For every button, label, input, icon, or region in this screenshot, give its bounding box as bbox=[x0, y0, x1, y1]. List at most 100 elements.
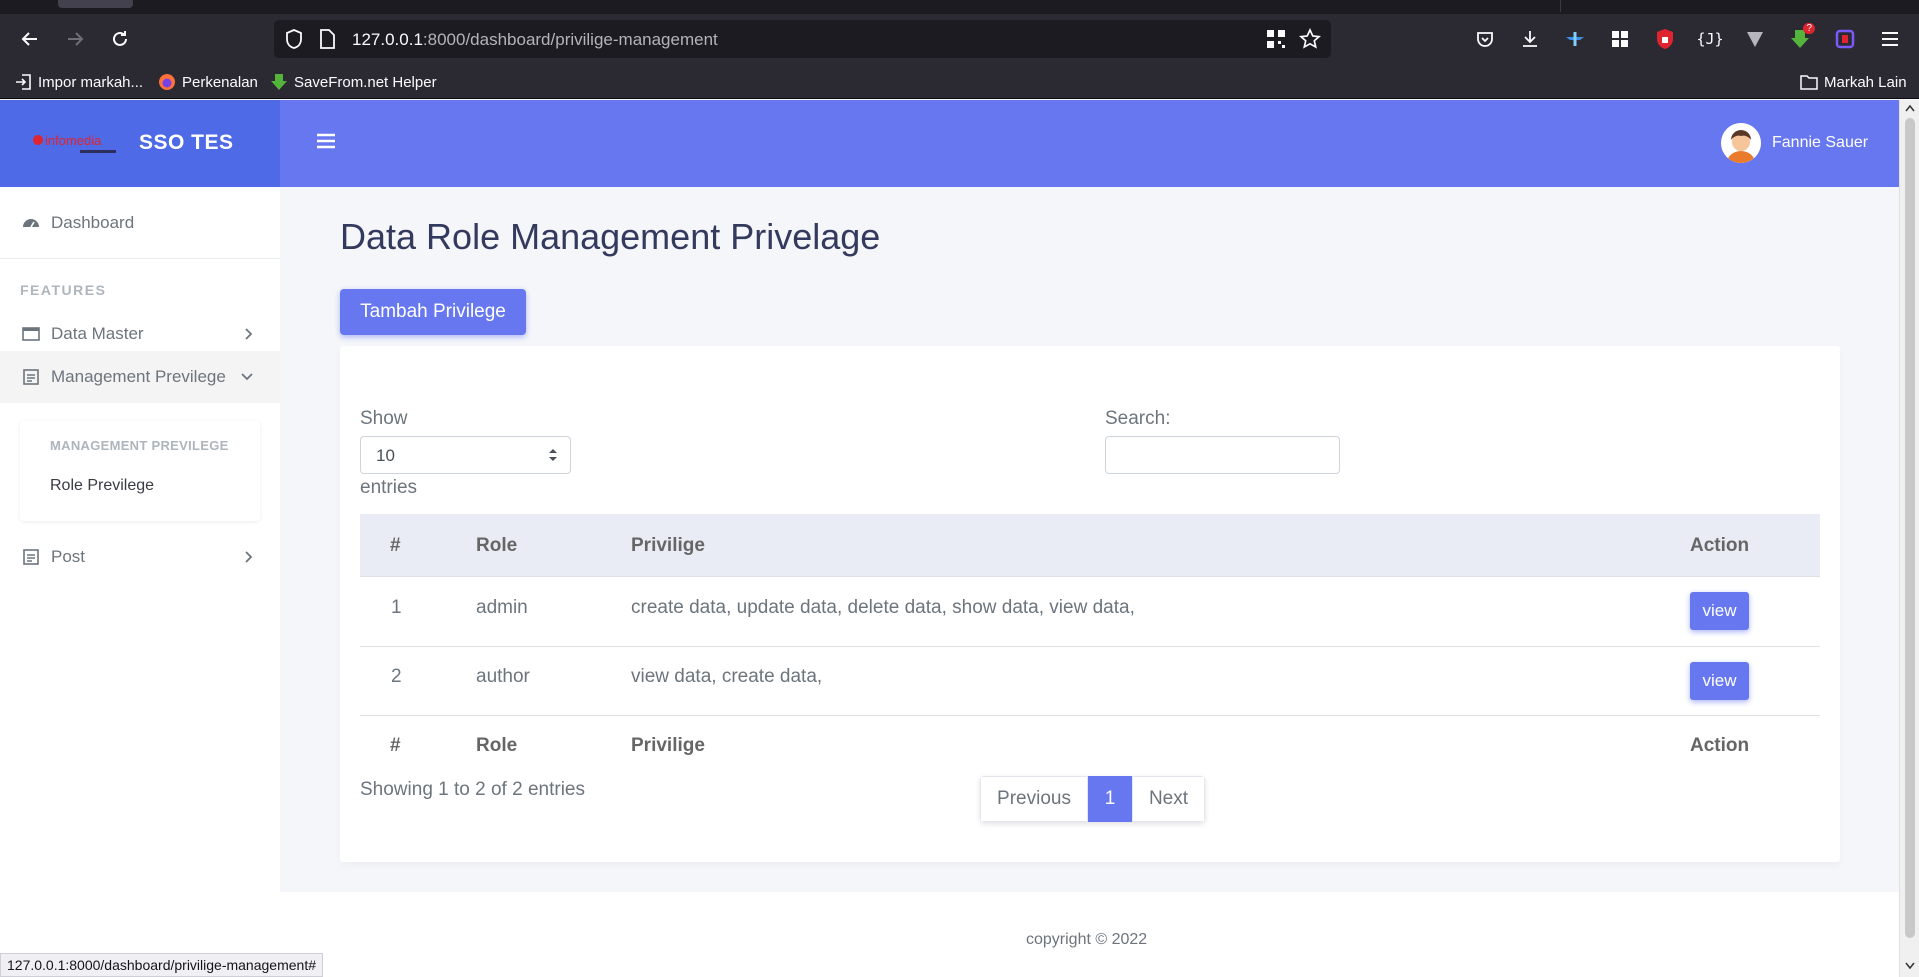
dashboard-gauge-icon bbox=[23, 219, 39, 228]
browser-tab[interactable] bbox=[58, 0, 133, 8]
apps-extension-icon[interactable] bbox=[1608, 27, 1632, 51]
vimium-extension-icon[interactable] bbox=[1743, 27, 1767, 51]
add-privilege-button[interactable]: Tambah Privilege bbox=[340, 289, 526, 335]
user-name[interactable]: Fannie Sauer bbox=[1772, 134, 1868, 152]
entries-label: entries bbox=[360, 477, 418, 498]
brand-logo: infomedia bbox=[30, 130, 120, 158]
bookmark-savefrom[interactable]: SaveFrom.net Helper bbox=[270, 71, 437, 93]
row-divider bbox=[360, 646, 1820, 647]
submenu-management-privilege: MANAGEMENT PREVILEGE Role Previlege bbox=[20, 421, 260, 521]
page-length-value: 10 bbox=[376, 446, 395, 465]
app-footer: copyright © 2022 bbox=[280, 892, 1899, 977]
sidebar-item-label: Management Previlege bbox=[51, 367, 226, 386]
sidebar-item-label: Data Master bbox=[51, 324, 144, 343]
calendar-list-icon bbox=[23, 549, 39, 565]
calendar-list-icon bbox=[23, 369, 39, 385]
chevron-right-icon bbox=[245, 551, 253, 563]
cell-role: admin bbox=[476, 597, 528, 618]
bookmarks-toolbar: Impor markah... Perkenalan SaveFrom.net … bbox=[0, 64, 1919, 99]
column-header-role[interactable]: Role bbox=[476, 535, 517, 557]
import-icon bbox=[16, 74, 31, 90]
search-label: Search: bbox=[1105, 408, 1171, 429]
logo-text: infomedia bbox=[45, 133, 102, 148]
bookmark-label: Perkenalan bbox=[182, 73, 258, 91]
bookmark-label: SaveFrom.net Helper bbox=[294, 73, 437, 91]
reload-icon[interactable] bbox=[108, 27, 132, 51]
sidebar-item-label: Post bbox=[51, 547, 86, 566]
avatar[interactable] bbox=[1721, 123, 1761, 163]
copyright-text: copyright © 2022 bbox=[1026, 931, 1148, 948]
row-divider bbox=[360, 576, 1820, 577]
sidebar-toggle-icon[interactable] bbox=[316, 132, 336, 155]
window-icon bbox=[22, 327, 40, 341]
color-extension-icon[interactable] bbox=[1833, 27, 1857, 51]
sidebar-item-management-privilege[interactable]: Management Previlege bbox=[0, 351, 280, 403]
scroll-up-icon[interactable] bbox=[1905, 104, 1915, 112]
submenu-header: MANAGEMENT PREVILEGE bbox=[50, 438, 229, 453]
page-info-icon[interactable] bbox=[318, 28, 336, 55]
sidebar-item-dashboard[interactable]: Dashboard bbox=[0, 198, 280, 248]
sidebar: infomedia SSO TES Dashboard FEATURES Dat… bbox=[0, 100, 280, 977]
downloads-icon[interactable] bbox=[1518, 27, 1542, 51]
link-status-bar: 127.0.0.1:8000/dashboard/privilige-manag… bbox=[0, 953, 323, 977]
sidebar-item-post[interactable]: Post bbox=[0, 532, 280, 582]
pagination: Previous 1 Next bbox=[980, 776, 1205, 822]
select-arrows-icon bbox=[549, 449, 557, 461]
column-footer-role: Role bbox=[476, 735, 518, 756]
savefrom-extension-icon[interactable]: ? bbox=[1788, 23, 1815, 51]
hamburger-menu-icon[interactable] bbox=[1878, 27, 1902, 51]
browser-toolbar: 127.0.0.1:8000/dashboard/privilige-manag… bbox=[0, 14, 1919, 64]
pocket-icon[interactable] bbox=[1473, 27, 1497, 51]
tracking-shield-icon[interactable] bbox=[284, 28, 304, 55]
chevron-right-icon bbox=[245, 328, 253, 340]
url-bar[interactable]: 127.0.0.1:8000/dashboard/privilige-manag… bbox=[274, 20, 1331, 58]
brand[interactable]: infomedia SSO TES bbox=[0, 100, 280, 187]
page-length-select[interactable]: 10 bbox=[360, 436, 571, 474]
back-icon[interactable] bbox=[18, 27, 42, 51]
column-header-privilege[interactable]: Privilige bbox=[631, 535, 705, 557]
view-button[interactable]: view bbox=[1690, 592, 1749, 630]
extension-badge: ? bbox=[1803, 23, 1815, 34]
bookmark-perkenalan[interactable]: Perkenalan bbox=[158, 71, 258, 93]
cell-privilege: create data, update data, delete data, s… bbox=[631, 597, 1135, 618]
page-scrollbar[interactable] bbox=[1899, 100, 1919, 977]
submenu-item-role-privilege[interactable]: Role Previlege bbox=[50, 477, 154, 495]
firefox-icon bbox=[159, 74, 175, 90]
view-button[interactable]: view bbox=[1690, 662, 1749, 700]
column-header-number[interactable]: # bbox=[390, 535, 401, 557]
column-footer-action: Action bbox=[1690, 735, 1750, 756]
table-info: Showing 1 to 2 of 2 entries bbox=[360, 779, 585, 800]
forward-icon[interactable] bbox=[63, 27, 87, 51]
scroll-thumb[interactable] bbox=[1905, 118, 1915, 938]
bookmark-star-icon[interactable] bbox=[1298, 27, 1322, 55]
brand-title: SSO TES bbox=[139, 131, 234, 154]
table-header bbox=[360, 514, 1820, 576]
savefrom-icon bbox=[271, 74, 287, 90]
url-text[interactable]: 127.0.0.1:8000/dashboard/privilige-manag… bbox=[352, 30, 718, 50]
other-bookmarks[interactable]: Markah Lain bbox=[1800, 71, 1907, 93]
sidebar-item-label: Dashboard bbox=[51, 213, 135, 232]
tabstrip-divider bbox=[1560, 0, 1561, 12]
column-footer-privilege: Privilige bbox=[631, 735, 705, 756]
folder-icon bbox=[1800, 75, 1818, 90]
qr-code-icon[interactable] bbox=[1266, 29, 1286, 54]
cell-privilege: view data, create data, bbox=[631, 666, 823, 687]
show-label: Show bbox=[360, 408, 408, 429]
scroll-down-icon[interactable] bbox=[1905, 962, 1915, 970]
row-divider bbox=[360, 715, 1820, 716]
translate-extension-icon[interactable] bbox=[1563, 27, 1587, 51]
bookmark-import[interactable]: Impor markah... bbox=[14, 71, 143, 93]
column-header-action[interactable]: Action bbox=[1690, 535, 1749, 557]
browser-tabstrip bbox=[0, 0, 1919, 14]
chevron-down-icon bbox=[241, 373, 253, 381]
page-title: Data Role Management Privelage bbox=[340, 216, 881, 257]
pagination-page-1[interactable]: 1 bbox=[1088, 776, 1132, 822]
app-topbar: Fannie Sauer bbox=[280, 100, 1899, 187]
pagination-next[interactable]: Next bbox=[1132, 776, 1205, 822]
column-footer-number: # bbox=[390, 735, 401, 756]
json-extension-icon[interactable]: {J} bbox=[1696, 27, 1723, 51]
lock-extension-icon[interactable] bbox=[1653, 27, 1677, 51]
search-input[interactable] bbox=[1105, 436, 1340, 474]
sidebar-divider bbox=[0, 258, 280, 259]
pagination-previous[interactable]: Previous bbox=[980, 776, 1088, 822]
